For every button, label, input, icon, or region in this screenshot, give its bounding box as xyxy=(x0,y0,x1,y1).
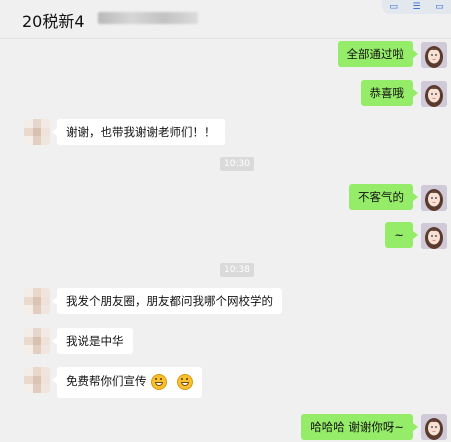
message-bubble[interactable]: 不客气的 xyxy=(349,184,418,210)
self-avatar[interactable] xyxy=(421,81,447,107)
message-bubble[interactable]: 哈哈哈 谢谢你呀~ xyxy=(301,414,418,440)
message-bubble[interactable]: 我发个朋友圈，朋友都问我哪个网校学的 xyxy=(52,288,282,314)
self-avatar[interactable] xyxy=(421,185,447,211)
message-bubble[interactable]: 恭喜哦 xyxy=(360,80,418,106)
message-bubble[interactable]: 全部通过啦 xyxy=(337,41,418,67)
menu-icon[interactable]: ☰ xyxy=(412,0,420,14)
grin-emoji-icon xyxy=(176,373,193,390)
window-tools[interactable]: ▭ ☰ ▭ xyxy=(382,0,451,14)
timestamp: 10:30 xyxy=(220,157,254,171)
message-bubble[interactable]: ~ xyxy=(385,222,418,248)
self-avatar[interactable] xyxy=(421,414,447,440)
grin-emoji-icon xyxy=(150,373,167,390)
window-icon[interactable]: ▭ xyxy=(435,0,444,14)
message-bubble[interactable]: 免费帮你们宣传 xyxy=(52,367,202,398)
self-avatar[interactable] xyxy=(421,223,447,249)
contact-avatar[interactable] xyxy=(24,328,50,354)
chat-title: 20税新4 xyxy=(22,12,85,31)
message-bubble[interactable]: 谢谢，也带我谢谢老师们！！ xyxy=(52,119,225,145)
blurred-chat-name xyxy=(98,12,198,24)
timestamp: 10:38 xyxy=(220,263,254,277)
message-bubble[interactable]: 我说是中华 xyxy=(52,328,133,354)
screen-icon[interactable]: ▭ xyxy=(389,0,398,14)
contact-avatar[interactable] xyxy=(24,288,50,314)
contact-avatar[interactable] xyxy=(24,119,50,145)
message-text: 免费帮你们宣传 xyxy=(66,374,147,388)
contact-avatar[interactable] xyxy=(24,367,50,393)
self-avatar[interactable] xyxy=(421,42,447,68)
